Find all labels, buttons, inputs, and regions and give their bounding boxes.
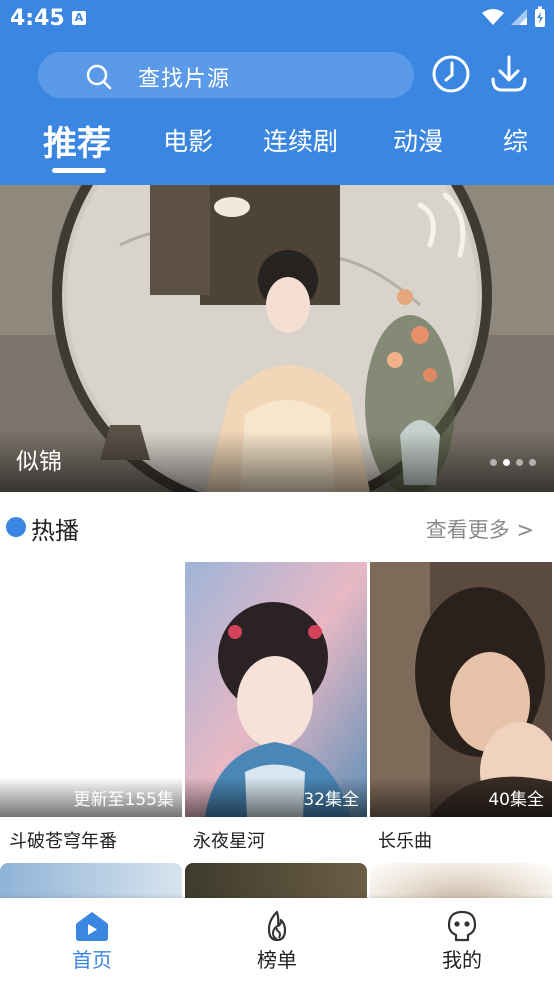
video-title[interactable]: 长乐曲 — [378, 827, 432, 853]
episode-badge: 32集全 — [303, 790, 359, 810]
search-placeholder: 查找片源 — [138, 67, 231, 92]
nav-label-home: 首页 — [72, 948, 112, 972]
video-title[interactable]: 斗破苍穹年番 — [9, 827, 117, 853]
nav-ranking[interactable]: 榜单 — [217, 910, 337, 973]
clock-icon[interactable] — [431, 54, 471, 94]
banner-carousel[interactable]: 似锦 — [0, 185, 554, 492]
tab-anime[interactable]: 动漫 — [393, 122, 443, 158]
pagination-dot — [529, 459, 536, 466]
nav-label-ranking: 榜单 — [257, 948, 297, 972]
video-card[interactable] — [0, 863, 182, 903]
wifi-icon — [482, 9, 504, 25]
flame-icon — [267, 910, 287, 942]
nav-profile[interactable]: 我的 — [402, 910, 522, 973]
banner-title: 似锦 — [16, 449, 62, 475]
header: 查找片源 推荐 电影 连续剧 动漫 综 — [0, 38, 554, 185]
tab-active-indicator — [52, 168, 106, 173]
search-icon — [86, 64, 112, 90]
status-icons — [482, 6, 546, 28]
banner-pagination — [490, 459, 536, 466]
hot-section-header: 热播 查看更多 > — [0, 505, 554, 549]
signal-icon — [511, 9, 527, 25]
episode-badge: 更新至155集 — [73, 790, 174, 810]
video-card[interactable] — [185, 863, 367, 903]
section-marker-icon — [6, 517, 26, 537]
home-play-icon — [76, 912, 108, 941]
battery-icon — [535, 6, 545, 27]
pagination-dot — [490, 459, 497, 466]
nav-label-profile: 我的 — [442, 948, 482, 972]
profile-icon — [447, 910, 477, 942]
bottom-navigation: 首页 榜单 我的 — [0, 898, 554, 985]
tab-movies[interactable]: 电影 — [163, 122, 213, 158]
video-title[interactable]: 永夜星河 — [193, 827, 265, 853]
tab-variety[interactable]: 综 — [503, 122, 528, 158]
banner-caption-overlay — [0, 431, 554, 492]
download-icon[interactable] — [488, 54, 530, 94]
episode-badge: 40集全 — [488, 790, 544, 810]
tab-recommend[interactable]: 推荐 — [43, 116, 111, 165]
video-card[interactable] — [370, 863, 552, 903]
video-card[interactable]: 32集全 — [185, 562, 367, 817]
search-bar[interactable]: 查找片源 — [38, 52, 414, 98]
section-title: 热播 — [31, 517, 79, 545]
notification-icon: A — [72, 11, 86, 25]
status-bar: 4:45 A — [0, 0, 554, 38]
status-time: 4:45 — [10, 6, 65, 31]
video-card[interactable]: 40集全 — [370, 562, 552, 817]
pagination-dot — [516, 459, 523, 466]
tab-series[interactable]: 连续剧 — [263, 122, 338, 158]
nav-home[interactable]: 首页 — [32, 910, 152, 973]
video-card[interactable]: 更新至155集 — [0, 562, 182, 817]
see-more-link[interactable]: 查看更多 > — [426, 514, 534, 544]
pagination-dot-active — [503, 459, 510, 466]
